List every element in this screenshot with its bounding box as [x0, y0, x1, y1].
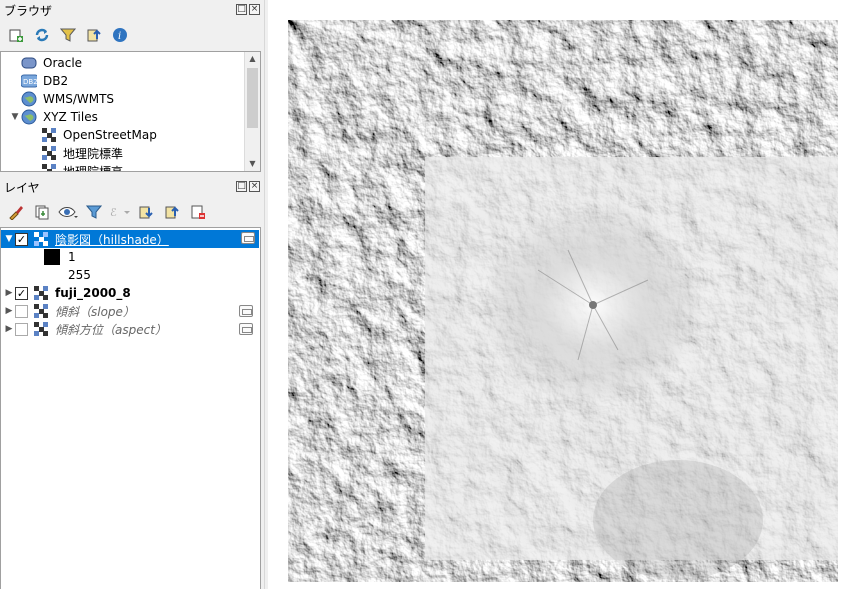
svg-text:DB2: DB2: [23, 78, 37, 86]
layer-label: fuji_2000_8: [55, 286, 131, 300]
browser-item-label: 地理院標準: [63, 146, 124, 161]
collapse-all-icon[interactable]: [84, 25, 104, 45]
layers-tree: ▼ ✓ 陰影図（hillshade） 1 255 ▶ ✓ fuji_2000_8: [0, 227, 261, 589]
svg-text:i: i: [118, 31, 121, 42]
close-panel-icon[interactable]: ×: [249, 181, 260, 192]
browser-item-gsi-elevation[interactable]: 地理院標高: [1, 162, 245, 172]
browser-toolbar: i: [0, 22, 264, 48]
browser-item-label: XYZ Tiles: [43, 110, 98, 124]
db2-icon: DB2: [21, 73, 37, 89]
raster-render-indicator-icon[interactable]: [239, 305, 253, 317]
filter-expression-icon[interactable]: ℰ: [110, 202, 130, 222]
browser-panel-buttons: □ ×: [236, 4, 260, 15]
layer-visibility-checkbox[interactable]: ✓: [15, 232, 28, 246]
eye-icon[interactable]: [58, 202, 78, 222]
scroll-up-icon[interactable]: ▲: [245, 52, 260, 66]
expand-arrow-icon[interactable]: ▶: [3, 324, 15, 334]
filter-icon[interactable]: [84, 202, 104, 222]
expand-arrow-icon[interactable]: ▶: [3, 306, 15, 316]
layer-visibility-checkbox[interactable]: ✓: [15, 286, 28, 300]
globe-icon: [21, 109, 37, 125]
browser-item-oracle[interactable]: Oracle: [1, 54, 245, 72]
info-icon[interactable]: i: [110, 25, 130, 45]
layers-panel-buttons: □ ×: [236, 181, 260, 192]
database-icon: [21, 55, 37, 71]
hillshade-map: [288, 20, 838, 582]
tile-layer-icon: [41, 163, 57, 171]
layer-label: 陰影図（hillshade）: [55, 232, 169, 247]
scroll-down-icon[interactable]: ▼: [245, 157, 260, 171]
layer-visibility-checkbox[interactable]: [15, 304, 28, 318]
browser-item-xyz-tiles[interactable]: ▼ XYZ Tiles: [1, 108, 245, 126]
browser-scrollbar[interactable]: ▲ ▼: [244, 52, 260, 171]
raster-layer-icon: [33, 303, 49, 319]
refresh-icon[interactable]: [32, 25, 52, 45]
browser-item-wms[interactable]: WMS/WMTS: [1, 90, 245, 108]
collapse-arrow-icon[interactable]: ▼: [3, 234, 15, 244]
browser-item-label: DB2: [43, 74, 69, 88]
float-panel-icon[interactable]: □: [236, 181, 247, 192]
browser-item-label: 地理院標高: [63, 164, 124, 172]
layer-hillshade[interactable]: ▼ ✓ 陰影図（hillshade）: [1, 230, 259, 248]
legend-black-swatch: [44, 249, 60, 265]
legend-item-max: 255: [1, 266, 259, 284]
layers-panel-title: レイヤ □ ×: [0, 177, 264, 197]
layer-fuji-2000-8[interactable]: ▶ ✓ fuji_2000_8: [1, 284, 259, 302]
layer-visibility-checkbox[interactable]: [15, 322, 28, 336]
scroll-thumb[interactable]: [247, 68, 258, 128]
browser-panel-title: ブラウザ □ ×: [0, 0, 264, 20]
left-dock: ブラウザ □ × i Oracle DB2 DB2 WMS/WMTS ▼ XYZ…: [0, 0, 264, 589]
browser-tree: Oracle DB2 DB2 WMS/WMTS ▼ XYZ Tiles Open…: [0, 51, 261, 172]
add-group-icon[interactable]: [32, 202, 52, 222]
browser-item-label: OpenStreetMap: [63, 128, 157, 142]
globe-icon: [21, 91, 37, 107]
raster-render-indicator-icon[interactable]: [241, 232, 255, 244]
legend-max-label: 255: [68, 268, 91, 282]
raster-layer-icon: [33, 231, 49, 247]
add-layer-icon[interactable]: [6, 25, 26, 45]
svg-text:ℰ: ℰ: [110, 206, 117, 219]
legend-item-min: 1: [1, 248, 259, 266]
map-canvas[interactable]: [268, 0, 867, 589]
raster-render-indicator-icon[interactable]: [239, 323, 253, 335]
tile-layer-icon: [41, 127, 57, 143]
expand-arrow-icon[interactable]: ▶: [3, 288, 15, 298]
browser-item-label: WMS/WMTS: [43, 92, 115, 106]
browser-panel-label: ブラウザ: [4, 3, 53, 18]
layer-slope[interactable]: ▶ 傾斜（slope）: [1, 302, 259, 320]
layer-label: 傾斜（slope）: [55, 304, 135, 319]
collapse-arrow-icon[interactable]: ▼: [9, 112, 21, 122]
expand-all-icon[interactable]: [136, 202, 156, 222]
float-panel-icon[interactable]: □: [236, 4, 247, 15]
close-panel-icon[interactable]: ×: [249, 4, 260, 15]
remove-layer-icon[interactable]: [188, 202, 208, 222]
layers-panel-label: レイヤ: [4, 180, 40, 195]
filter-icon[interactable]: [58, 25, 78, 45]
tile-layer-icon: [41, 145, 57, 161]
dock-splitter[interactable]: [264, 0, 267, 589]
style-brush-icon[interactable]: [6, 202, 26, 222]
browser-item-label: Oracle: [43, 56, 83, 70]
browser-item-db2[interactable]: DB2 DB2: [1, 72, 245, 90]
layer-aspect[interactable]: ▶ 傾斜方位（aspect）: [1, 320, 259, 338]
browser-item-gsi-standard[interactable]: 地理院標準: [1, 144, 245, 162]
legend-min-label: 1: [68, 250, 76, 264]
raster-layer-icon: [33, 285, 49, 301]
legend-white-swatch: [44, 267, 60, 283]
raster-layer-icon: [33, 321, 49, 337]
layers-toolbar: ℰ: [0, 199, 264, 225]
layer-label: 傾斜方位（aspect）: [55, 322, 167, 337]
browser-item-openstreetmap[interactable]: OpenStreetMap: [1, 126, 245, 144]
collapse-all-icon[interactable]: [162, 202, 182, 222]
